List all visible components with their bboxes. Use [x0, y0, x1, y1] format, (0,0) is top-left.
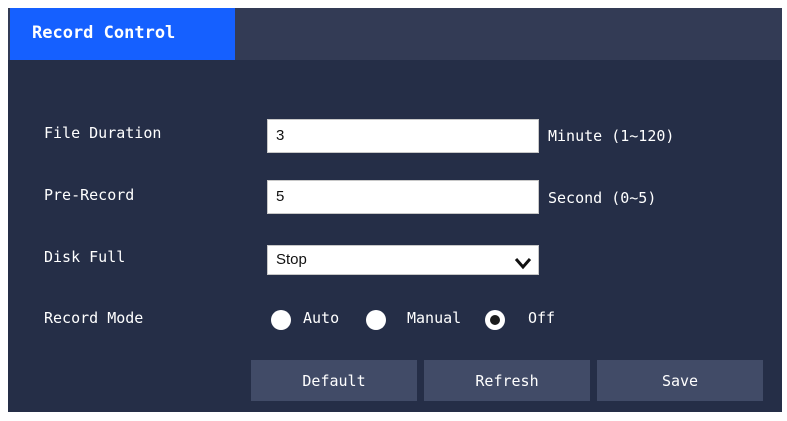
record-mode-label: Record Mode: [44, 309, 144, 327]
disk-full-label: Disk Full: [44, 248, 126, 266]
pre-record-label: Pre-Record: [44, 186, 135, 204]
radio-manual-label[interactable]: Manual: [407, 309, 461, 327]
disk-full-select[interactable]: Stop: [267, 245, 539, 275]
pre-record-input[interactable]: 5: [267, 180, 539, 214]
save-button[interactable]: Save: [597, 360, 763, 401]
tab-record-control[interactable]: Record Control: [10, 8, 235, 60]
radio-auto-label[interactable]: Auto: [303, 309, 339, 327]
radio-off-label[interactable]: Off: [528, 309, 555, 327]
default-button[interactable]: Default: [251, 360, 417, 401]
disk-full-selected: Stop: [276, 251, 307, 268]
radio-off[interactable]: [485, 310, 505, 330]
tab-bar: Record Control: [8, 8, 782, 60]
file-duration-label: File Duration: [44, 124, 162, 142]
record-control-panel: Record Control File Duration 3 Minute (1…: [8, 8, 782, 412]
radio-auto[interactable]: [271, 310, 291, 330]
radio-manual[interactable]: [366, 310, 386, 330]
chevron-down-icon[interactable]: [514, 252, 532, 280]
refresh-button[interactable]: Refresh: [424, 360, 590, 401]
file-duration-input[interactable]: 3: [267, 119, 539, 153]
pre-record-unit: Second (0~5): [548, 189, 657, 207]
file-duration-unit: Minute (1~120): [548, 127, 675, 145]
